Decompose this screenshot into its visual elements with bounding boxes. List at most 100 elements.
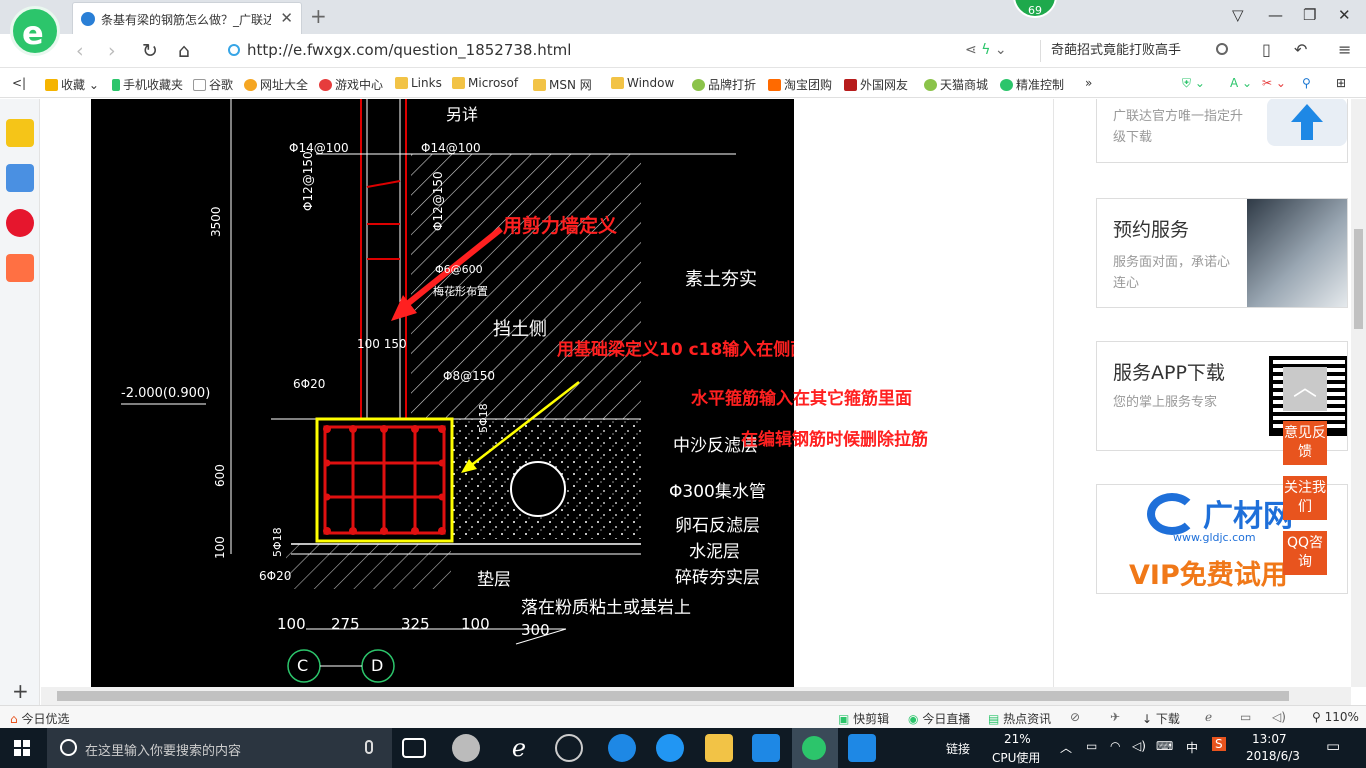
screenshot-icon[interactable]: ✂ ⌄ — [1262, 76, 1286, 90]
vertical-scroll-thumb[interactable] — [1354, 229, 1363, 329]
bookmark-brand-sale[interactable]: 品牌打折 — [692, 76, 756, 93]
status-cleanup-icon[interactable]: ⊘ — [1070, 710, 1080, 724]
horizontal-scroll-thumb[interactable] — [57, 691, 1289, 701]
microphone-icon[interactable] — [365, 740, 373, 754]
maximize-button[interactable]: ❐ — [1303, 6, 1316, 24]
vertical-scrollbar[interactable] — [1351, 99, 1366, 687]
file-explorer-icon[interactable] — [705, 734, 733, 762]
360-browser-icon[interactable]: ℯ — [505, 734, 533, 762]
zoom-icon[interactable]: ⚲ — [1302, 76, 1311, 90]
taskbar-search-placeholder: 在这里输入你要搜索的内容 — [85, 744, 242, 759]
apps-icon[interactable]: ⊞ — [1336, 76, 1346, 90]
cad-label: Φ14@100 — [289, 141, 349, 155]
add-sidebar-button[interactable]: + — [12, 679, 29, 703]
forward-button[interactable]: › — [108, 40, 116, 62]
sidebar-toggle-button[interactable]: <| — [12, 76, 26, 90]
wifi-icon[interactable]: ◠ — [1110, 739, 1120, 753]
battery-icon[interactable]: ▭ — [1086, 739, 1097, 753]
flash-icon[interactable]: ϟ — [981, 42, 990, 58]
refresh-button[interactable]: ↻ — [142, 40, 158, 62]
cad-label: 600 — [213, 464, 227, 487]
tray-links[interactable]: 链接 — [946, 740, 970, 757]
status-item-download[interactable]: ↓ 下载 — [1142, 710, 1180, 727]
minimize-button[interactable]: — — [1268, 6, 1283, 24]
bookmark-google[interactable]: 谷歌 — [193, 76, 233, 93]
shield-icon[interactable]: ⛨ ⌄ — [1182, 76, 1205, 91]
windows-start-button[interactable] — [14, 740, 30, 756]
favorites-star-icon[interactable] — [6, 119, 34, 147]
taskbar-search-input[interactable]: 在这里输入你要搜索的内容 — [47, 728, 392, 768]
sogou-ime-icon[interactable]: S — [1212, 737, 1226, 751]
undo-icon[interactable]: ↶ — [1294, 40, 1307, 59]
cad-label: 卵石反滤层 — [675, 516, 760, 536]
zoom-level[interactable]: ⚲ 110% — [1312, 710, 1359, 724]
keyboard-icon[interactable]: ⌨ — [1156, 739, 1173, 753]
bookmarks-more-button[interactable]: » — [1085, 76, 1092, 90]
feedback-button[interactable]: 意见反馈 — [1283, 421, 1327, 465]
menu-icon[interactable]: ≡ — [1338, 40, 1351, 59]
upgrade-card[interactable]: 广联达官方唯一指定升级下载 — [1096, 99, 1348, 163]
bookmark-favorites[interactable]: 收藏 ⌄ — [45, 76, 99, 93]
browser-tab[interactable]: 条基有梁的钢筋怎么做？_广联达 ✕ — [72, 2, 302, 34]
url-field[interactable]: http://e.fwxgx.com/question_1852738.html — [228, 38, 1028, 64]
home-button[interactable]: ⌂ — [178, 40, 190, 62]
mail-icon[interactable] — [6, 254, 34, 282]
appointment-card[interactable]: 预约服务 服务面对面，承诺心连心 — [1096, 198, 1348, 308]
status-item-news[interactable]: ▤ 热点资讯 — [988, 710, 1051, 727]
fan-app-icon[interactable] — [452, 734, 480, 762]
search-input[interactable]: 奇葩招式竟能打败高手 — [1040, 40, 1240, 62]
bookmark-directory[interactable]: 网址大全 — [244, 76, 308, 93]
ie-swirl-icon[interactable] — [555, 734, 583, 762]
ime-indicator[interactable]: 中 — [1186, 739, 1198, 756]
reading-list-icon[interactable] — [6, 164, 34, 192]
status-item-live[interactable]: ◉ 今日直播 — [908, 710, 970, 727]
qq-consult-button[interactable]: QQ咨询 — [1283, 531, 1327, 575]
remote-app-icon[interactable] — [848, 734, 876, 762]
tray-expand-icon[interactable]: ︿ — [1060, 739, 1072, 756]
bookmark-links[interactable]: Links — [395, 76, 442, 90]
status-sound-icon[interactable]: ◁) — [1272, 710, 1286, 724]
bookmark-microsoft[interactable]: Microsof — [452, 76, 518, 90]
glodon-app-icon[interactable] — [752, 734, 780, 762]
clock-date[interactable]: 2018/6/3 — [1246, 749, 1300, 763]
status-window-icon[interactable]: ▭ — [1240, 710, 1251, 724]
close-window-button[interactable]: ✕ — [1338, 6, 1351, 24]
share-icon[interactable]: ⋖ ϟ ⌄ — [965, 42, 1007, 58]
status-fix-icon[interactable]: ✈ — [1110, 710, 1120, 724]
active-browser-task[interactable] — [792, 728, 838, 768]
back-button[interactable]: ‹ — [76, 40, 84, 62]
internet-explorer-icon[interactable] — [656, 734, 684, 762]
new-tab-button[interactable]: + — [310, 4, 327, 28]
volume-icon[interactable]: ◁) — [1132, 739, 1146, 753]
horizontal-scrollbar[interactable] — [41, 687, 1351, 705]
bookmark-taobao[interactable]: 淘宝团购 — [768, 76, 832, 93]
clock-time[interactable]: 13:07 — [1252, 732, 1287, 746]
status-item-quickclip[interactable]: ▣ 快剪辑 — [838, 710, 889, 727]
translate-icon[interactable]: A ⌄ — [1230, 76, 1252, 90]
tab-close-icon[interactable]: ✕ — [280, 9, 293, 27]
bookmark-mobile[interactable]: 手机收藏夹 — [112, 76, 183, 93]
search-icon[interactable] — [1216, 43, 1228, 55]
status-ie-icon[interactable]: ℯ — [1205, 710, 1212, 724]
today-picks[interactable]: ⌂ 今日优选 — [10, 710, 69, 727]
game-icon — [319, 79, 332, 91]
cad-label: 落在粉质粘土或基岩上 — [521, 598, 691, 618]
device-icon[interactable]: ▯ — [1262, 40, 1271, 59]
bookmark-precise[interactable]: 精准控制 — [1000, 76, 1064, 93]
notification-center-icon[interactable]: ▭ — [1326, 737, 1340, 755]
bookmark-tmall[interactable]: 天猫商城 — [924, 76, 988, 93]
axis-label-d: D — [371, 656, 384, 675]
cpu-percent: 21% — [1004, 732, 1031, 746]
bookmark-foreign[interactable]: 外国网友 — [844, 76, 908, 93]
bookmark-windows[interactable]: Window — [611, 76, 674, 90]
edge-icon[interactable] — [608, 734, 636, 762]
back-to-top-button[interactable]: ︿ — [1283, 367, 1327, 411]
follow-button[interactable]: 关注我们 — [1283, 476, 1327, 520]
weibo-icon[interactable] — [6, 209, 34, 237]
bookmark-msn[interactable]: MSN 网 — [533, 76, 592, 93]
task-view-icon[interactable] — [402, 738, 426, 758]
skin-icon[interactable]: ▽ — [1232, 6, 1244, 24]
browser-logo-icon[interactable]: e — [10, 6, 60, 56]
notification-badge[interactable]: 69 — [1013, 0, 1057, 18]
bookmark-games[interactable]: 游戏中心 — [319, 76, 383, 93]
